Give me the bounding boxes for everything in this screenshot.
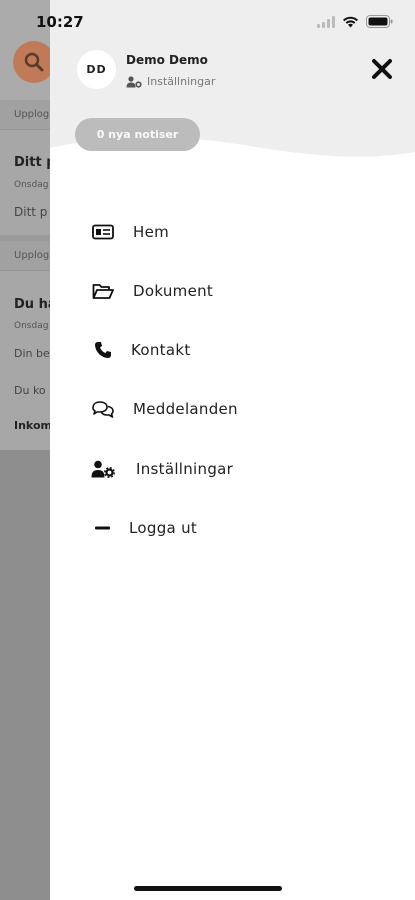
card-text: Du ko [14,384,46,397]
card-date: Onsdag [14,180,49,190]
notifications-badge[interactable]: 0 nya notiser [75,118,200,151]
minus-icon [91,516,115,540]
phone-icon [91,338,115,362]
wifi-icon [343,16,358,27]
menu-item-label: Meddelanden [133,400,238,418]
chat-bubbles-icon [91,397,115,421]
menu-item-meddelanden[interactable]: Meddelanden [91,394,238,424]
menu-item-kontakt[interactable]: Kontakt [91,335,191,365]
user-gear-icon [91,457,115,481]
battery-icon [366,15,393,28]
card-text: Din be [14,347,50,360]
status-icons [317,15,393,28]
card-date: Onsdag [14,321,49,331]
navigation-drawer: DD Demo Demo Inställningar 0 nya notiser [50,0,415,900]
menu-item-hem[interactable]: Hem [91,217,169,247]
menu-item-label: Hem [133,223,170,241]
card-text: Ditt p [14,205,48,219]
search-icon [24,52,44,72]
close-button[interactable] [371,58,393,80]
menu-item-dokument[interactable]: Dokument [91,276,213,306]
menu-item-logga-ut[interactable]: Logga ut [91,513,197,543]
user-gear-icon [126,75,142,88]
search-button[interactable] [13,41,55,83]
menu-item-label: Dokument [133,282,214,300]
user-settings-label: Inställningar [147,75,216,88]
menu-item-label: Inställningar [136,460,234,478]
signal-icon [317,15,335,28]
user-settings-link[interactable]: Inställningar [126,75,215,88]
status-bar: 10:27 [0,0,415,44]
avatar[interactable]: DD [77,50,116,89]
menu-item-label: Kontakt [131,341,191,359]
card-text: Inkom [14,419,52,432]
user-name: Demo Demo [126,53,208,67]
folder-open-icon [91,279,115,303]
status-time: 10:27 [36,13,84,31]
menu-item-label: Logga ut [129,519,198,537]
id-card-icon [91,220,115,244]
home-indicator [134,886,282,891]
menu-item-installningar[interactable]: Inställningar [91,454,233,484]
close-icon [372,59,392,79]
